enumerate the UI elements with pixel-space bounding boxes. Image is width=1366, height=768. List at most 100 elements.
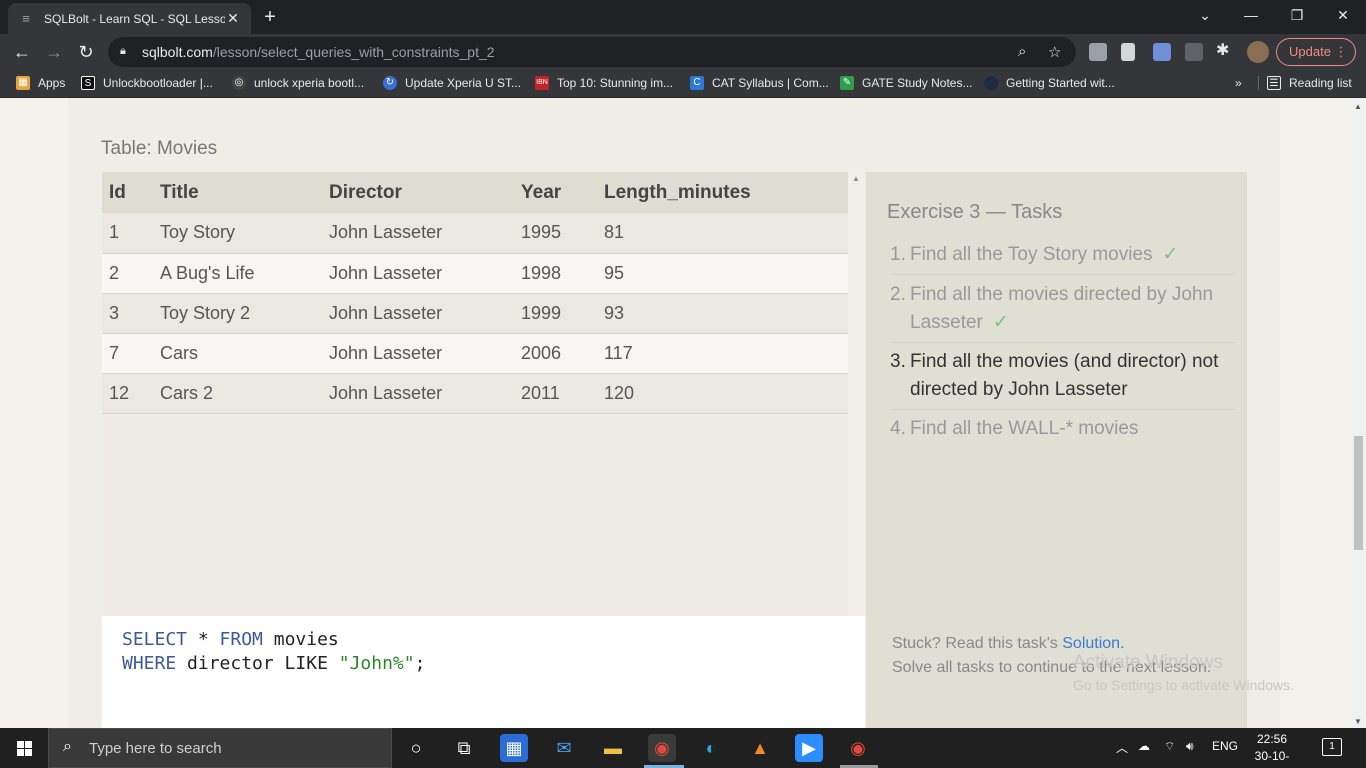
checkmark-icon: ✓ (1162, 244, 1179, 265)
mail-icon[interactable]: ✉ (550, 734, 578, 762)
task-number: 2. (890, 284, 906, 305)
store-icon[interactable]: ▦ (500, 734, 528, 762)
chart-extension-icon[interactable] (1185, 43, 1203, 61)
sql-query-editor[interactable]: SELECT * FROM movies WHERE director LIKE… (102, 616, 865, 736)
reading-list-label: Reading list (1289, 76, 1352, 90)
bookmark-favicon-icon (984, 76, 998, 90)
bookmark-update-xperia[interactable]: ↻ Update Xperia U ST... (383, 76, 521, 90)
scroll-up-arrow-icon[interactable]: ▲ (1354, 102, 1362, 111)
reload-icon[interactable]: ↻ (72, 38, 100, 66)
bookmark-top10[interactable]: IBN Top 10: Stunning im... (535, 76, 673, 90)
zoom-icon[interactable]: ⌕ (1018, 43, 1026, 60)
language-indicator[interactable]: ENG (1212, 739, 1238, 753)
keyword-where: WHERE (122, 653, 177, 674)
table-row: 1 Toy Story John Lasseter 1995 81 (102, 213, 848, 254)
tab-title: SQLBolt - Learn SQL - SQL Lesso (44, 11, 225, 26)
bookmark-favicon-icon: ↻ (383, 76, 397, 90)
close-window-button[interactable]: ✕ (1320, 0, 1366, 30)
query-text: * (187, 629, 220, 650)
table-cell: A Bug's Life (153, 253, 322, 294)
table-cell: Cars 2 (153, 373, 322, 414)
windows-taskbar: ⌕ Type here to search ○ ⧉ ▦ ✉ ▬ ◉ ◐ ▲ ▶ … (0, 728, 1366, 768)
clock[interactable]: 22:56 30-10-2021 (1244, 731, 1300, 768)
task-item: 4. Find all the WALL-* movies (890, 415, 1235, 448)
notification-center-icon[interactable]: 1 (1322, 738, 1342, 756)
profile-avatar[interactable] (1247, 41, 1269, 63)
scrollbar-thumb[interactable] (1354, 436, 1363, 550)
taskbar-search[interactable]: ⌕ Type here to search (48, 728, 392, 768)
search-icon: ⌕ (63, 738, 72, 755)
task-item: 2. Find all the movies directed by John … (890, 281, 1235, 343)
table-cell: 120 (597, 373, 848, 414)
solution-link[interactable]: Solution. (1062, 635, 1124, 652)
cortana-icon[interactable]: ○ (402, 734, 430, 762)
bookmark-label: CAT Syllabus | Com... (712, 76, 829, 90)
show-hidden-icons-chevron-icon[interactable]: ︿ (1116, 739, 1128, 756)
back-arrow-icon[interactable]: ← (8, 38, 36, 66)
browser-tab[interactable]: ≡ SQLBolt - Learn SQL - SQL Lesso ✕ (8, 3, 251, 34)
forward-arrow-icon[interactable]: → (40, 38, 68, 66)
wifi-icon[interactable]: ⌔ (1164, 739, 1175, 754)
table-cell: 93 (597, 293, 848, 334)
chrome-profile-icon[interactable]: ◉ (844, 734, 872, 762)
keyword-from: FROM (219, 629, 263, 650)
table-row: 2 A Bug's Life John Lasseter 1998 95 (102, 253, 848, 294)
bookmark-getting-started[interactable]: Getting Started wit... (984, 76, 1115, 90)
browser-tab-bar: ≡ SQLBolt - Learn SQL - SQL Lesso ✕ + ⌄ … (0, 0, 1366, 34)
table-header-row: Id Title Director Year Length_minutes (102, 172, 848, 213)
bookmark-label: Getting Started wit... (1006, 76, 1115, 90)
more-bookmarks-button[interactable]: » (1235, 76, 1242, 90)
scroll-down-arrow-icon[interactable]: ▼ (1354, 717, 1362, 726)
vlc-icon[interactable]: ▲ (746, 734, 774, 762)
bookmark-star-icon[interactable]: ☆ (1048, 43, 1061, 61)
page-scrollbar[interactable]: ▲ ▼ (1350, 98, 1366, 728)
chrome-icon[interactable]: ◉ (648, 734, 676, 762)
start-button[interactable] (0, 728, 48, 768)
restore-button[interactable]: ❐ (1274, 0, 1320, 30)
bookmark-gate-notes[interactable]: ✎ GATE Study Notes... (840, 76, 972, 90)
bookmark-cat-syllabus[interactable]: C CAT Syllabus | Com... (690, 76, 829, 90)
task-view-icon[interactable]: ⧉ (450, 734, 478, 762)
bookmark-unlockbootloader[interactable]: S Unlockbootloader |... (81, 76, 213, 90)
reading-list-button[interactable]: ☰ Reading list (1258, 76, 1352, 90)
minimize-button[interactable]: — (1228, 0, 1274, 30)
file-explorer-icon[interactable]: ▬ (599, 734, 627, 762)
bookmark-apps[interactable]: ▦ Apps (16, 76, 65, 90)
table-label: Table: Movies (101, 138, 218, 159)
query-text: movies (262, 629, 339, 650)
document-extension-icon[interactable] (1121, 43, 1135, 61)
edge-icon[interactable]: ◐ (697, 734, 725, 762)
table-cell: John Lasseter (322, 253, 514, 294)
task-number: 4. (890, 418, 906, 439)
table-cell: 2011 (514, 373, 597, 414)
bookmark-favicon-icon: S (81, 76, 95, 90)
camera-extension-icon[interactable] (1153, 43, 1171, 61)
onedrive-icon[interactable]: ☁ (1138, 739, 1150, 753)
volume-icon[interactable]: 🔊︎ (1186, 739, 1194, 754)
puzzle-extensions-icon[interactable]: ✱ (1216, 40, 1234, 59)
sqlbolt-favicon-icon: ≡ (22, 10, 30, 26)
bookmark-label: unlock xperia bootl... (254, 76, 365, 90)
bookmark-label: Top 10: Stunning im... (557, 76, 674, 90)
update-button[interactable]: Update ⋮ (1276, 38, 1356, 66)
column-header: Year (514, 172, 597, 213)
new-tab-button[interactable]: + (259, 6, 281, 28)
scroll-up-arrow-icon[interactable]: ▲ (852, 174, 860, 183)
more-menu-icon: ⋮ (1334, 44, 1348, 59)
table-cell: 117 (597, 333, 848, 374)
extension-icon[interactable] (1089, 43, 1107, 61)
table-cell: 2 (102, 253, 153, 294)
stuck-text: Stuck? Read this task's (892, 635, 1063, 652)
table-cell: John Lasseter (322, 333, 514, 374)
bookmark-label: GATE Study Notes... (862, 76, 973, 90)
checkmark-icon: ✓ (992, 312, 1009, 333)
tab-close-icon[interactable]: ✕ (225, 10, 241, 27)
zoom-app-icon[interactable]: ▶ (795, 734, 823, 762)
table-cell: John Lasseter (322, 213, 514, 254)
bookmark-label: Apps (38, 76, 66, 90)
address-bar[interactable]: 🔒︎ sqlbolt.com/lesson/select_queries_wit… (108, 37, 1076, 67)
query-text: director LIKE (176, 653, 339, 674)
tab-search-chevron-icon[interactable]: ⌄ (1182, 0, 1228, 30)
bookmark-unlock-xperia[interactable]: ◎ unlock xperia bootl... (232, 76, 364, 90)
query-text: ; (414, 653, 426, 674)
